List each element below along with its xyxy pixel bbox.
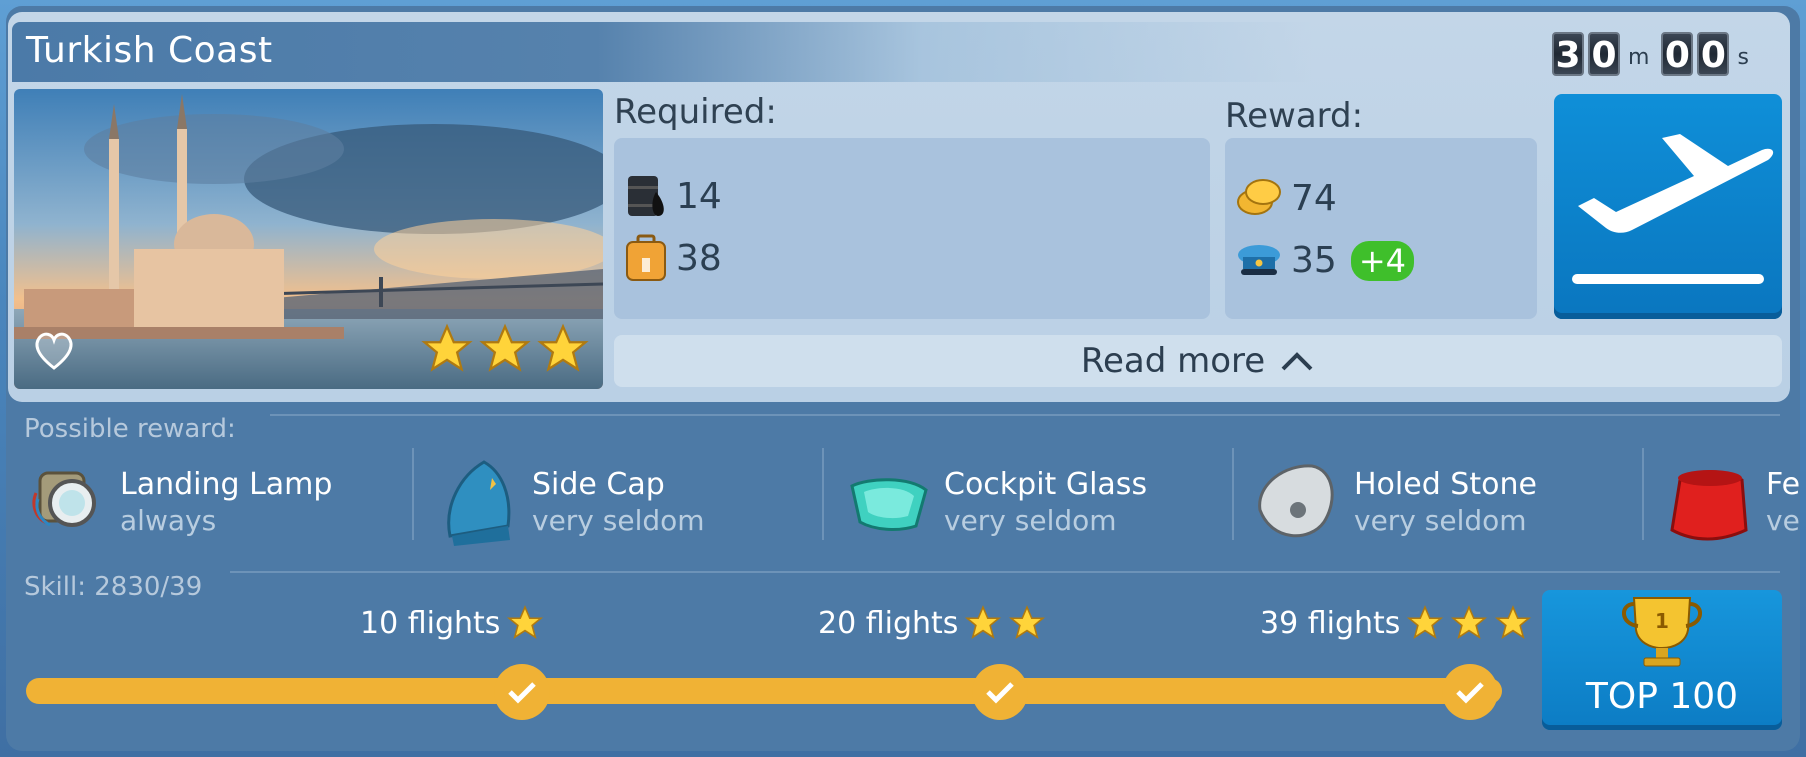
top100-button[interactable]: 1 TOP 100 (1542, 590, 1782, 730)
reward-coins: 74 (1235, 176, 1337, 220)
mission-stars (420, 322, 590, 376)
mission-title: Turkish Coast (26, 30, 273, 71)
timer-seconds-unit: s (1737, 44, 1749, 70)
possible-reward-label: Possible reward: (24, 414, 236, 444)
gold-star-icon (507, 605, 544, 640)
cockpit-glass-icon (850, 478, 928, 531)
required-label: Required: (614, 92, 777, 132)
gold-star-icon (965, 605, 1002, 640)
possible-reward-item[interactable]: Fe ve (1660, 452, 1806, 552)
fuel-barrel-icon (628, 176, 664, 216)
luggage-icon (626, 234, 666, 281)
reward-pilot: 35 +4 (1235, 240, 1414, 281)
timer-digit: 0 (1588, 32, 1620, 76)
milestone-label: 20 flights (818, 605, 959, 641)
coins-icon (1237, 179, 1281, 215)
trophy-icon: 1 (1622, 597, 1702, 667)
gold-star-icon (537, 323, 589, 372)
item-separator (1232, 448, 1234, 540)
item-separator (1642, 448, 1644, 540)
timer-digit: 0 (1661, 32, 1694, 76)
landing-lamp-icon (32, 471, 96, 527)
section-divider (270, 414, 1780, 416)
gold-star-icon (1407, 605, 1444, 640)
reward-item-name: Side Cap (532, 467, 665, 502)
gold-star-icon (479, 323, 531, 372)
timer-minutes-unit: m (1628, 44, 1650, 70)
gold-star-icon (421, 323, 473, 372)
holed-stone-icon (1258, 464, 1334, 538)
skill-progress-bar (26, 678, 1502, 704)
possible-reward-item[interactable]: Cockpit Glass very seldom (848, 452, 1147, 552)
reward-bonus-badge: +4 (1350, 240, 1414, 281)
reward-item-name: Cockpit Glass (944, 467, 1148, 502)
reward-item-frequency: ve (1766, 504, 1800, 537)
timer-digit: 3 (1552, 32, 1584, 76)
start-flight-button[interactable] (1554, 94, 1782, 319)
required-box (614, 138, 1210, 319)
reward-box (1225, 138, 1537, 319)
chevron-up-icon (1281, 352, 1313, 371)
milestone-check-icon (494, 664, 550, 720)
reward-item-frequency: very seldom (532, 504, 705, 537)
reward-pilot-value: 35 (1291, 240, 1337, 281)
possible-reward-item[interactable]: Holed Stone very seldom (1252, 452, 1537, 552)
reward-coins-value: 74 (1291, 177, 1337, 219)
read-more-button[interactable]: Read more (614, 335, 1782, 387)
milestone-check-icon (1442, 664, 1498, 720)
possible-reward-item[interactable]: Side Cap very seldom (440, 452, 705, 552)
item-separator (412, 448, 414, 540)
timer-digit: 0 (1697, 32, 1730, 76)
milestone-10-flights: 10 flights (360, 604, 544, 642)
item-separator (822, 448, 824, 540)
milestone-20-flights: 20 flights (818, 604, 1046, 642)
read-more-label: Read more (1080, 341, 1266, 381)
milestone-39-flights: 39 flights (1260, 604, 1532, 642)
reward-item-name: Fe (1766, 467, 1801, 502)
required-fuel-value: 14 (676, 175, 722, 217)
gold-star-icon (1495, 605, 1532, 640)
side-cap-icon (447, 460, 511, 546)
reward-item-frequency: very seldom (944, 504, 1117, 537)
possible-reward-item[interactable]: Landing Lamp always (28, 452, 332, 552)
reward-item-frequency: always (120, 504, 217, 537)
pilot-cap-icon (1238, 244, 1280, 275)
milestone-label: 10 flights (360, 605, 501, 641)
milestone-label: 39 flights (1260, 605, 1401, 641)
top100-label: TOP 100 (1585, 676, 1739, 717)
required-luggage-value: 38 (676, 237, 722, 279)
favorite-heart-icon[interactable] (30, 326, 78, 374)
trophy-rank: 1 (1655, 609, 1669, 633)
reward-label: Reward: (1225, 96, 1364, 136)
reward-item-name: Holed Stone (1354, 467, 1537, 502)
gold-star-icon (1451, 605, 1488, 640)
gold-star-icon (1009, 605, 1046, 640)
reward-item-frequency: very seldom (1354, 504, 1527, 537)
skill-label: Skill: 2830/39 (24, 572, 203, 602)
reward-item-name: Landing Lamp (120, 467, 333, 502)
section-divider (230, 571, 1780, 573)
milestone-check-icon (972, 664, 1028, 720)
fez-icon (1670, 470, 1748, 541)
required-fuel: 14 (624, 172, 722, 220)
airplane-takeoff-icon (1572, 134, 1774, 284)
countdown-timer: 3 0 m 0 0 s (1552, 32, 1757, 76)
required-luggage: 38 (624, 234, 722, 282)
